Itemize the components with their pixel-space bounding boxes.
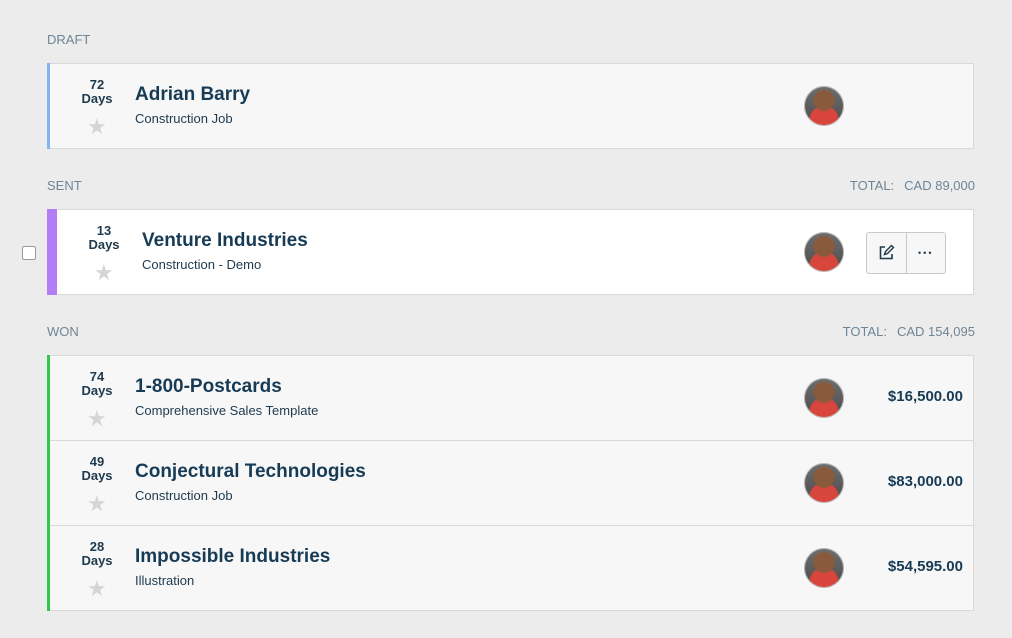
status-accent — [47, 355, 50, 441]
row-actions: ••• — [866, 232, 946, 274]
deal-title[interactable]: Conjectural Technologies — [135, 461, 366, 483]
deal-subtitle: Construction - Demo — [142, 257, 262, 272]
star-icon[interactable]: ★ — [94, 262, 114, 284]
section-label: DRAFT — [47, 32, 91, 47]
deal-subtitle: Illustration — [135, 573, 195, 588]
status-accent — [47, 525, 50, 611]
more-icon: ••• — [918, 248, 934, 258]
deal-card[interactable]: 49 Days ★ Conjectural Technologies Const… — [47, 440, 974, 526]
days-counter: 74 Days — [81, 369, 113, 398]
days-counter: 28 Days — [81, 539, 113, 568]
avatar — [804, 378, 844, 418]
section-label: WON — [47, 324, 79, 339]
avatar — [804, 463, 844, 503]
avatar — [804, 86, 844, 126]
select-checkbox[interactable] — [22, 246, 36, 260]
edit-icon — [879, 244, 895, 260]
avatar — [804, 232, 844, 272]
status-accent — [47, 209, 57, 295]
deal-title[interactable]: Venture Industries — [142, 230, 308, 252]
section-label: SENT — [47, 178, 82, 193]
deal-card[interactable]: 13 Days ★ Venture Industries Constructio… — [47, 209, 974, 295]
days-counter: 13 Days — [88, 223, 120, 252]
avatar — [804, 548, 844, 588]
star-icon[interactable]: ★ — [87, 116, 107, 138]
deal-title[interactable]: Impossible Industries — [135, 546, 330, 568]
deal-subtitle: Comprehensive Sales Template — [135, 403, 319, 418]
star-icon[interactable]: ★ — [87, 408, 107, 430]
more-button[interactable]: ••• — [905, 233, 946, 273]
status-accent — [47, 440, 50, 526]
status-accent — [47, 63, 50, 149]
section-header-draft: DRAFT — [47, 32, 975, 52]
star-icon[interactable]: ★ — [87, 578, 107, 600]
deal-card[interactable]: 72 Days ★ Adrian Barry Construction Job — [47, 63, 974, 149]
deal-card[interactable]: 74 Days ★ 1-800-Postcards Comprehensive … — [47, 355, 974, 441]
deal-subtitle: Construction Job — [135, 488, 233, 503]
deal-amount: $16,500.00 — [887, 388, 963, 405]
deal-amount: $83,000.00 — [887, 473, 963, 490]
days-counter: 49 Days — [81, 454, 113, 483]
days-counter: 72 Days — [81, 77, 113, 106]
section-header-sent: SENT TOTAL: CAD 89,000 — [47, 178, 975, 198]
deal-subtitle: Construction Job — [135, 111, 233, 126]
edit-button[interactable] — [867, 233, 906, 273]
section-total: TOTAL: CAD 89,000 — [849, 178, 975, 193]
deal-title[interactable]: Adrian Barry — [135, 84, 250, 106]
deal-amount: $54,595.00 — [887, 558, 963, 575]
deal-card[interactable]: 28 Days ★ Impossible Industries Illustra… — [47, 525, 974, 611]
deal-title[interactable]: 1-800-Postcards — [135, 376, 282, 398]
section-header-won: WON TOTAL: CAD 154,095 — [47, 324, 975, 344]
section-total: TOTAL: CAD 154,095 — [842, 324, 975, 339]
star-icon[interactable]: ★ — [87, 493, 107, 515]
